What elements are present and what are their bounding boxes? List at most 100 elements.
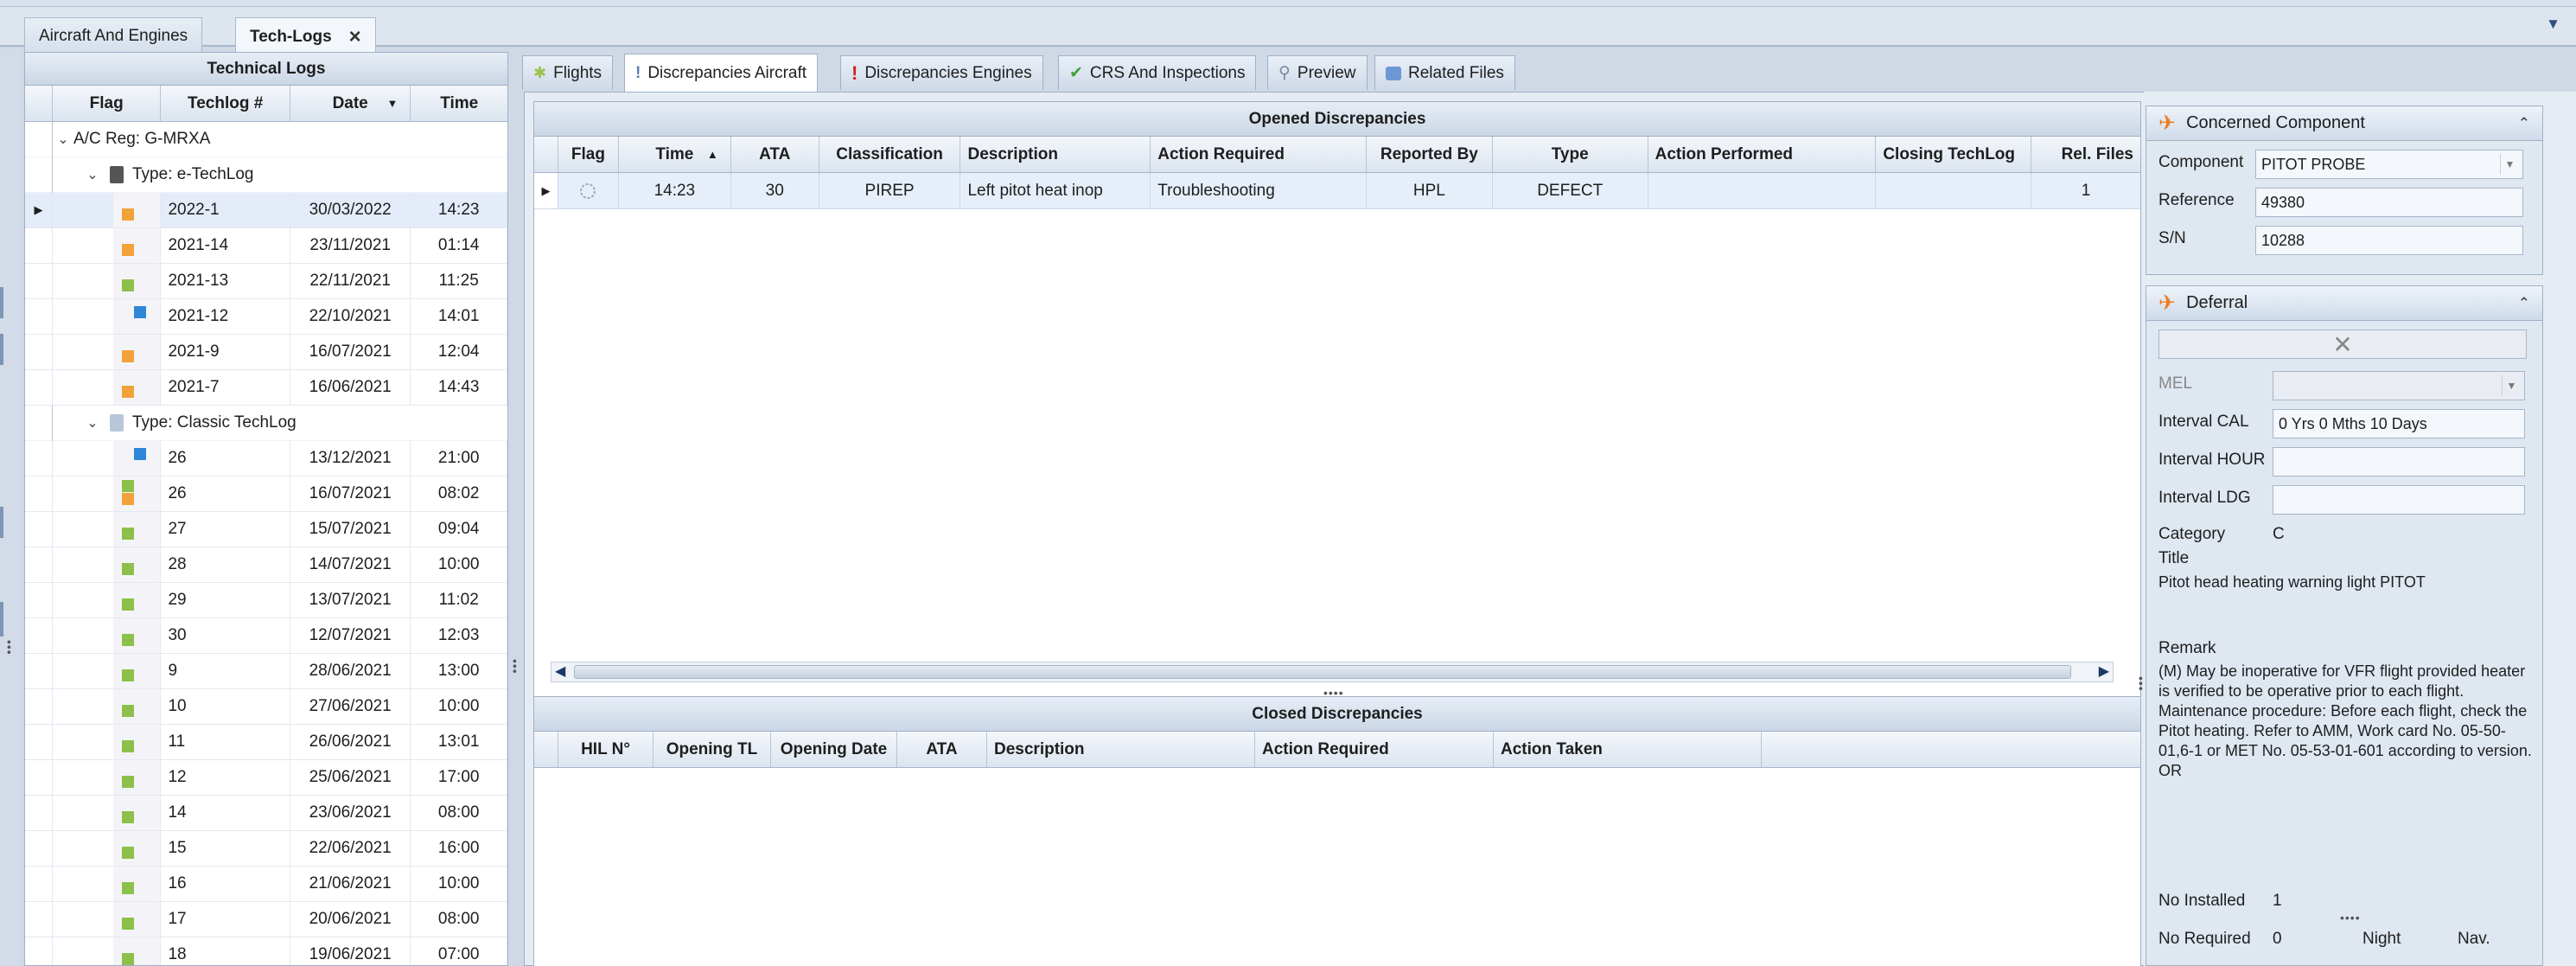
column-header-reported-by[interactable]: Reported By [1367,137,1493,172]
table-row[interactable]: 26 13/12/2021 21:00 [25,441,507,477]
chevron-down-icon[interactable]: ▼ [2502,375,2521,396]
column-header-opening-tl[interactable]: Opening TL [654,732,771,767]
group-header[interactable]: ✈ Deferral ⌃ [2146,286,2542,321]
dock-marker[interactable] [0,334,3,365]
collapse-icon[interactable]: ⌃ [2518,115,2530,132]
splitter-grip-icon[interactable]: ••• [3,640,16,656]
chevron-down-icon[interactable]: ⌄ [53,131,73,148]
scroll-right-arrow-icon[interactable]: ▶ [2099,662,2109,681]
exclamation-icon: ! [851,61,858,84]
tab-preview[interactable]: ⚲ Preview [1267,55,1368,90]
interval-hour-field[interactable] [2273,447,2525,477]
column-header-closing-techlog[interactable]: Closing TechLog [1876,137,2032,172]
chevron-down-icon[interactable]: ⌄ [82,166,103,183]
tab-crs-and-inspections[interactable]: ✔ CRS And Inspections [1058,55,1257,90]
table-row[interactable]: 14 23/06/2021 08:00 [25,796,507,831]
table-row[interactable]: 9 28/06/2021 13:00 [25,654,507,689]
tab-label: Aircraft And Engines [39,26,188,45]
flag-marker [121,634,134,646]
dock-marker[interactable] [0,287,3,318]
splitter-grip-icon[interactable]: •••• [2340,911,2361,924]
tab-aircraft-and-engines[interactable]: Aircraft And Engines [24,17,203,54]
dock-marker[interactable] [0,602,3,637]
table-row[interactable]: 2021-12 22/10/2021 14:01 [25,299,507,335]
interval-cal-field[interactable]: 0 Yrs 0 Mths 10 Days [2273,409,2525,438]
deferral-group: ✈ Deferral ⌃ ✕ MEL ▼ Interval CAL 0 Yrs … [2146,285,2543,966]
flag-marker [121,386,134,398]
table-row[interactable]: 29 13/07/2021 11:02 [25,583,507,618]
table-row[interactable]: 2021-13 22/11/2021 11:25 [25,264,507,299]
column-header-action-required[interactable]: Action Required [1151,137,1367,172]
tab-related-files[interactable]: Related Files [1374,55,1515,90]
reference-label: Reference [2158,191,2235,209]
table-row[interactable]: 11 26/06/2021 13:01 [25,725,507,760]
dock-marker[interactable] [0,507,3,538]
tab-discrepancies-engines[interactable]: ! Discrepancies Engines [840,55,1043,90]
splitter-grip-icon[interactable]: ••• [508,659,522,675]
table-row[interactable]: 10 27/06/2021 10:00 [25,689,507,725]
scrollbar-thumb[interactable] [574,665,2071,679]
row-indicator [25,867,53,901]
cell-classification: PIREP [819,173,961,208]
column-header-ata[interactable]: ATA [731,137,819,172]
mel-dropdown[interactable]: ▼ [2273,371,2525,400]
column-header-action-required[interactable]: Action Required [1255,732,1494,767]
sn-field[interactable]: 10288 [2255,226,2523,255]
column-header-time[interactable]: Time ▲ [619,137,731,172]
group-row[interactable]: ⌄ A/C Reg: G-MRXA [25,121,507,157]
scroll-left-arrow-icon[interactable]: ◀ [555,662,565,681]
column-header-date[interactable]: Date ▼ [290,86,411,121]
column-header-time[interactable]: Time [411,86,507,121]
chevron-down-icon[interactable]: ▼ [2546,16,2560,33]
column-header-classification[interactable]: Classification [819,137,961,172]
tab-tech-logs[interactable]: Tech-Logs × [235,17,376,55]
table-row[interactable]: 2021-14 23/11/2021 01:14 [25,228,507,264]
close-icon[interactable]: × [349,26,361,48]
collapse-icon[interactable]: ⌃ [2518,295,2530,312]
indent [53,512,113,547]
column-header-type[interactable]: Type [1493,137,1648,172]
table-row[interactable]: 27 15/07/2021 09:04 [25,512,507,547]
component-dropdown[interactable]: PITOT PROBE ▼ [2255,150,2523,179]
row-indicator [25,121,53,157]
column-header-ata[interactable]: ATA [897,732,987,767]
table-row[interactable]: 15 22/06/2021 16:00 [25,831,507,867]
table-row[interactable]: 28 14/07/2021 10:00 [25,547,507,583]
cell-techlog-number: 9 [161,654,290,688]
column-header-flag[interactable]: Flag [558,137,619,172]
column-header-description[interactable]: Description [987,732,1255,767]
table-row[interactable]: 17 20/06/2021 08:00 [25,902,507,937]
cell-date: 25/06/2021 [290,760,411,795]
table-row[interactable]: 30 12/07/2021 12:03 [25,618,507,654]
table-row[interactable]: 26 16/07/2021 08:02 [25,477,507,512]
table-row[interactable]: 12 25/06/2021 17:00 [25,760,507,796]
column-header-flag[interactable]: Flag [53,86,162,121]
group-header[interactable]: ✈ Concerned Component ⌃ [2146,106,2542,141]
column-header-action-performed[interactable]: Action Performed [1648,137,1877,172]
column-header-action-taken[interactable]: Action Taken [1494,732,1762,767]
tab-discrepancies-aircraft[interactable]: ! Discrepancies Aircraft [624,54,819,92]
column-header-hil[interactable]: HIL N° [558,732,654,767]
column-header-rel-files[interactable]: Rel. Files [2031,137,2140,172]
flag-cell [112,264,162,298]
table-row[interactable]: 16 21/06/2021 10:00 [25,867,507,902]
table-row[interactable]: 2021-9 16/07/2021 12:04 [25,335,507,370]
interval-ldg-field[interactable] [2273,485,2525,515]
column-header-description[interactable]: Description [960,137,1151,172]
table-row[interactable]: ▶ 14:23 30 PIREP Left pitot heat inop Tr… [534,173,2140,209]
chevron-down-icon[interactable]: ▼ [2500,154,2519,175]
column-header-techlog[interactable]: Techlog # [161,86,290,121]
indent [53,228,113,263]
table-row[interactable]: 18 19/06/2021 07:00 [25,937,507,965]
subgroup-row[interactable]: ⌄ Type: e-TechLog [25,157,507,193]
tab-flights[interactable]: ✱ Flights [522,55,614,90]
cell-date: 22/06/2021 [290,831,411,866]
column-header-opening-date[interactable]: Opening Date [771,732,897,767]
table-row[interactable]: ▶ 2022-1 30/03/2022 14:23 [25,193,507,228]
clear-deferral-button[interactable]: ✕ [2158,329,2527,359]
chevron-down-icon[interactable]: ⌄ [82,414,103,432]
reference-field[interactable]: 49380 [2255,188,2523,217]
subgroup-row[interactable]: ⌄ Type: Classic TechLog [25,405,507,441]
table-row[interactable]: 2021-7 16/06/2021 14:43 [25,370,507,406]
horizontal-scrollbar[interactable]: ◀ ▶ [551,662,2114,682]
